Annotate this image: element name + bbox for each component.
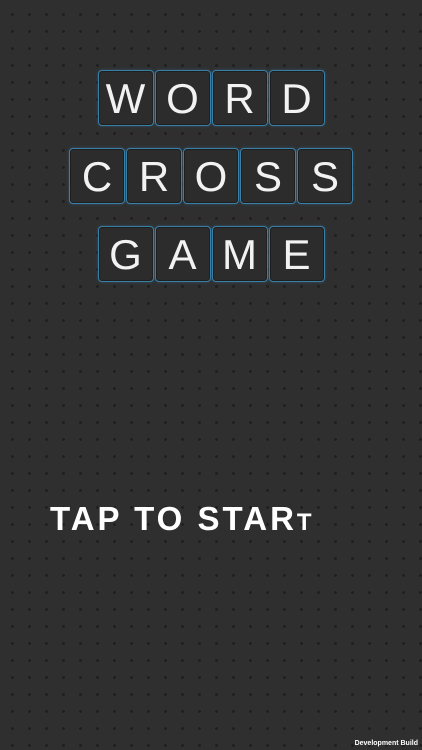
letter-tile: R [211, 70, 268, 126]
tap-to-start-button[interactable]: TAP TO STAR T [50, 500, 312, 550]
letter-tile: E [268, 226, 325, 282]
letter-tile: D [268, 70, 325, 126]
development-build-label: Development Build [354, 740, 418, 747]
letter-tile: O [154, 70, 211, 126]
title-row-word: W O R D [0, 70, 422, 126]
tap-to-start-label-end: T [296, 509, 312, 536]
letter-tile: R [126, 148, 182, 204]
letter-tile: G [97, 226, 154, 282]
letter-tile: W [97, 70, 154, 126]
title-row-game: G A M E [0, 226, 422, 282]
title-row-cross: C R O S S [0, 148, 422, 204]
letter-tile: S [240, 148, 296, 204]
tap-to-start-label: TAP TO STAR [50, 500, 297, 537]
letter-tile: M [211, 226, 268, 282]
letter-tile: S [297, 148, 353, 204]
letter-tile: A [154, 226, 211, 282]
letter-tile: O [183, 148, 239, 204]
letter-tile: C [69, 148, 125, 204]
